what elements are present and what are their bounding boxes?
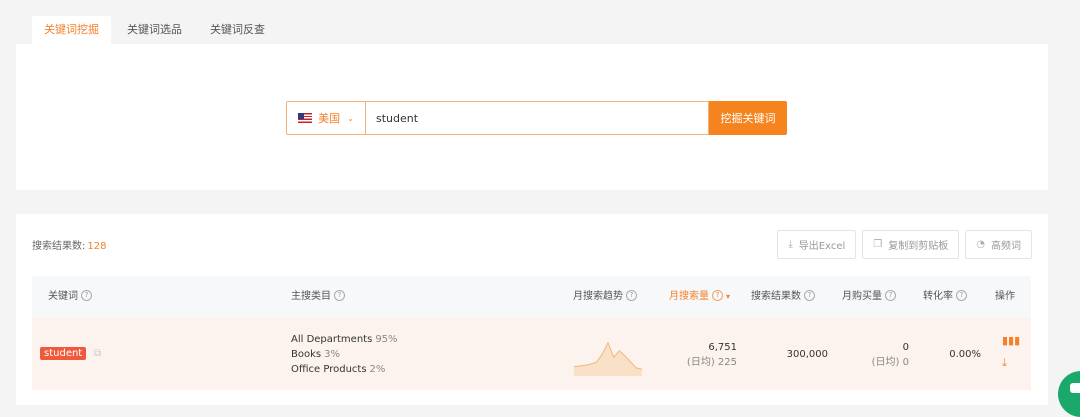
header-keyword: 关键词? [48, 276, 92, 318]
keyword-tag[interactable]: student [40, 347, 87, 360]
tab-keyword-reverse[interactable]: 关键词反查 [198, 16, 277, 44]
result-count-label: 搜索结果数: [32, 241, 86, 252]
daily-purchase-value: (日均) 0 [871, 357, 909, 368]
monthly-purchase-cell: 0 (日均) 0 [852, 340, 909, 370]
high-frequency-words-button[interactable]: ◔ 高频词 [965, 230, 1032, 259]
sparkline-area [574, 342, 642, 376]
header-action: 操作 [995, 291, 1015, 302]
conversion-cell: 0.00% [949, 349, 981, 360]
header-keyword-label: 关键词 [48, 291, 78, 302]
category-list: All Departments 95% Books 3% Office Produc… [291, 332, 398, 377]
monthly-search-value: 6,751 [708, 342, 737, 353]
header-trend-label: 月搜索趋势 [573, 291, 623, 302]
monthly-purchase-value: 0 [902, 342, 909, 353]
header-result-count[interactable]: 搜索结果数? [751, 276, 815, 318]
search-bar: 美国 ⌄ 挖掘关键词 [286, 101, 787, 135]
search-panel: 美国 ⌄ 挖掘关键词 [16, 44, 1048, 190]
header-result-count-label: 搜索结果数 [751, 291, 801, 302]
category-item: All Departments 95% [291, 332, 398, 347]
results-panel: 搜索结果数: 128 ⤓ 导出Excel ❐ 复制到剪贴板 ◔ 高频词 关键词? … [16, 214, 1048, 405]
country-label: 美国 [318, 112, 341, 125]
result-count: 搜索结果数: 128 [32, 237, 106, 252]
search-input[interactable] [365, 101, 709, 135]
help-icon[interactable]: ? [81, 289, 92, 301]
chat-icon[interactable] [1058, 371, 1080, 417]
help-icon[interactable]: ? [956, 289, 967, 301]
header-conversion[interactable]: 转化率? [923, 276, 967, 318]
header-category: 主搜类目? [291, 276, 345, 318]
daily-search-value: (日均) 225 [686, 357, 737, 368]
result-count-cell: 300,000 [786, 349, 828, 360]
sort-desc-icon[interactable]: ▾ [726, 292, 730, 301]
help-icon[interactable]: ? [804, 289, 815, 301]
category-pct: 95% [375, 334, 398, 345]
category-name: Office Products [291, 364, 367, 375]
trend-sparkline[interactable] [572, 332, 644, 376]
tab-bar: 关键词挖掘 关键词选品 关键词反查 [32, 16, 281, 44]
external-link-icon[interactable]: ⧉ [94, 348, 101, 359]
copy-icon: ❐ [873, 239, 883, 250]
header-conversion-label: 转化率 [923, 291, 953, 302]
header-monthly-purchase[interactable]: 月购买量? [842, 276, 896, 318]
help-icon[interactable]: ? [626, 289, 637, 301]
header-trend: 月搜索趋势? [573, 276, 637, 318]
result-count-value: 128 [87, 241, 107, 252]
help-icon[interactable]: ? [334, 289, 345, 301]
export-excel-button[interactable]: ⤓ 导出Excel [777, 230, 857, 259]
country-select[interactable]: 美国 ⌄ [286, 101, 365, 135]
help-icon[interactable]: ? [712, 289, 723, 301]
table-row: student ⧉ All Departments 95% Books 3% Off… [32, 318, 1031, 390]
download-icon: ⤓ [788, 239, 793, 250]
help-icon[interactable]: ? [885, 289, 896, 301]
category-pct: 2% [369, 364, 386, 375]
header-monthly-purchase-label: 月购买量 [842, 291, 882, 302]
toolbar: ⤓ 导出Excel ❐ 复制到剪贴板 ◔ 高频词 [771, 230, 1032, 259]
header-monthly-search[interactable]: 月搜索量? ▾ [669, 276, 730, 318]
header-monthly-search-label: 月搜索量 [669, 291, 709, 302]
export-excel-label: 导出Excel [798, 241, 846, 252]
header-category-label: 主搜类目 [291, 291, 331, 302]
chevron-down-icon: ⌄ [347, 113, 354, 123]
bar-chart-icon[interactable]: ▮▮▮ [1002, 334, 1020, 356]
category-item: Office Products 2% [291, 362, 398, 377]
category-name: Books [291, 349, 322, 360]
tab-keyword-selection[interactable]: 关键词选品 [115, 16, 194, 44]
monthly-search-cell: 6,751 (日均) 225 [672, 340, 737, 370]
copy-clipboard-label: 复制到剪贴板 [888, 241, 949, 252]
category-item: Books 3% [291, 347, 398, 362]
category-pct: 3% [324, 349, 340, 360]
pie-chart-icon: ◔ [976, 239, 985, 250]
row-actions: ▮▮▮ ⤓ [1002, 334, 1020, 378]
copy-clipboard-button[interactable]: ❐ 复制到剪贴板 [862, 230, 960, 259]
tab-keyword-mining[interactable]: 关键词挖掘 [32, 16, 111, 44]
category-name: All Departments [291, 334, 373, 345]
download-icon[interactable]: ⤓ [1002, 356, 1020, 378]
us-flag-icon [298, 113, 313, 123]
table-header: 关键词? 主搜类目? 月搜索趋势? 月搜索量? ▾ 搜索结果数? 月购买量? 转化… [32, 276, 1031, 318]
high-frequency-words-label: 高频词 [991, 241, 1021, 252]
mine-keyword-button[interactable]: 挖掘关键词 [709, 101, 787, 135]
